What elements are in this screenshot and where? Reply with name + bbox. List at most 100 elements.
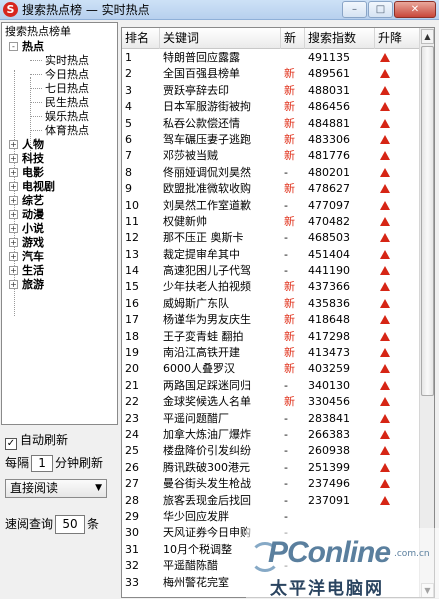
column-header-trend[interactable]: 升降 [375, 28, 421, 49]
table-row[interactable]: 17 杨谨华为男友庆生 新 418648 [122, 312, 421, 328]
expand-icon[interactable]: + [9, 210, 18, 219]
table-row[interactable]: 4 日本军服游街被拘 新 486456 [122, 99, 421, 115]
table-row[interactable]: 18 王子変青蛙 翻拍 新 417298 [122, 329, 421, 345]
search-index-cell: 260938 [308, 444, 350, 458]
column-header-rank[interactable]: 排名 [122, 28, 160, 49]
tree-category-tech[interactable]: + 科技 [9, 152, 44, 165]
keyword-cell: 楼盘降价引发纠纷 [163, 444, 251, 458]
tree-item-sports-hot[interactable]: 体育热点 [45, 124, 89, 137]
interval-prefix: 每隔 [5, 456, 30, 470]
table-row[interactable]: 13 裁定提审牟其中 - 451404 [122, 247, 421, 263]
column-header-new[interactable]: 新 [281, 28, 305, 49]
tree-connector [30, 60, 42, 61]
keyword-cell: 佟丽娅调侃刘昊然 [163, 165, 251, 179]
table-row[interactable]: 20 6000人叠罗汉 新 403259 [122, 361, 421, 377]
tree-item-realtime-hot[interactable]: 实时热点 [45, 54, 89, 67]
table-row[interactable]: 2 全国百强县榜单 新 489561 [122, 66, 421, 82]
trend-cell [380, 263, 420, 279]
scroll-up-icon[interactable]: ▲ [421, 29, 434, 44]
expand-icon[interactable]: + [9, 266, 18, 275]
table-row[interactable]: 28 旅客丢现金后找回 - 237091 [122, 493, 421, 509]
expand-icon[interactable]: + [9, 280, 18, 289]
tree-category-life[interactable]: + 生活 [9, 264, 44, 277]
keyword-cell: 那不压正 奥斯卡 [163, 231, 244, 245]
tree-item-today-hot[interactable]: 今日热点 [45, 68, 89, 81]
table-row[interactable]: 8 佟丽娅调侃刘昊然 - 480201 [122, 165, 421, 181]
table-row[interactable]: 9 欧盟批准微软收购 新 478627 [122, 181, 421, 197]
expand-icon[interactable]: + [9, 168, 18, 177]
table-row[interactable]: 3 贾跃亭辞去印 新 488031 [122, 83, 421, 99]
rank-cell: 25 [125, 444, 139, 458]
table-row[interactable]: 21 两路国足踩迷同归 - 340130 [122, 378, 421, 394]
table-row[interactable]: 24 加拿大炼油厂爆炸 - 266383 [122, 427, 421, 443]
tree-category-variety[interactable]: + 综艺 [9, 194, 44, 207]
table-row[interactable]: 11 权健新帅 新 470482 [122, 214, 421, 230]
table-row[interactable]: 14 高速犯困儿子代驾 - 441190 [122, 263, 421, 279]
tree-category-people[interactable]: + 人物 [9, 138, 44, 151]
expand-icon[interactable]: + [9, 140, 18, 149]
expand-icon[interactable]: + [9, 252, 18, 261]
tree-item-livelihood-hot[interactable]: 民生热点 [45, 96, 89, 109]
new-badge: - [284, 493, 288, 507]
new-badge: 新 [284, 67, 295, 81]
expand-icon[interactable]: + [9, 224, 18, 233]
search-index-cell: 477097 [308, 198, 350, 212]
tree-item-seven-day-hot[interactable]: 七日热点 [45, 82, 89, 95]
keyword-cell: 邓莎被当贼 [163, 149, 218, 163]
tree-category-game[interactable]: + 游戏 [9, 236, 44, 249]
auto-refresh-toggle[interactable]: ✓ 自动刷新 [5, 433, 68, 450]
quick-query-input[interactable]: 50 [55, 515, 86, 534]
watermark-chinese: 太平洋电脑网 [270, 579, 384, 599]
expand-icon[interactable]: + [9, 182, 18, 191]
tree-category-tv-drama[interactable]: + 电视剧 [9, 180, 55, 193]
trend-cell [380, 312, 420, 328]
expand-icon[interactable]: + [9, 154, 18, 163]
auto-refresh-checkbox[interactable]: ✓ [5, 438, 17, 450]
keyword-cell: 旅客丢现金后找回 [163, 493, 251, 507]
trend-cell [380, 132, 420, 148]
expand-icon[interactable]: + [9, 238, 18, 247]
interval-input[interactable]: 1 [31, 455, 54, 472]
keyword-cell: 裁定提审牟其中 [163, 247, 240, 261]
table-row[interactable]: 15 少年扶老人拍视频 新 437366 [122, 279, 421, 295]
table-row[interactable]: 6 驾车碾压妻子逃跑 新 483306 [122, 132, 421, 148]
minimize-button[interactable]: – [342, 1, 367, 18]
dropdown-arrow-icon[interactable]: ▼ [95, 480, 102, 497]
close-button[interactable]: ✕ [394, 1, 436, 18]
search-index-cell: 251399 [308, 460, 350, 474]
table-row[interactable]: 29 华少回应发胖 - [122, 509, 421, 525]
expand-icon[interactable]: + [9, 196, 18, 205]
table-row[interactable]: 19 南沿江高铁开建 新 413473 [122, 345, 421, 361]
new-badge: - [284, 264, 288, 278]
vertical-scrollbar[interactable]: ▲ ▼ [419, 28, 434, 597]
tree-category-anime[interactable]: + 动漫 [9, 208, 44, 221]
table-row[interactable]: 16 威姆斯广东队 新 435836 [122, 296, 421, 312]
maximize-button[interactable]: □ [368, 1, 393, 18]
tree-category-novel[interactable]: + 小说 [9, 222, 44, 235]
table-row[interactable]: 26 腾讯跌破300港元 - 251399 [122, 460, 421, 476]
tree-category-hot[interactable]: - 热点 [9, 40, 44, 53]
table-row[interactable]: 5 私吞公款偿还情 新 484881 [122, 116, 421, 132]
tree-category-car[interactable]: + 汽车 [9, 250, 44, 263]
tree-item-entertainment-hot[interactable]: 娱乐热点 [45, 110, 89, 123]
table-row[interactable]: 12 那不压正 奥斯卡 - 468503 [122, 230, 421, 246]
table-row[interactable]: 23 平遥问题醋厂 - 283841 [122, 411, 421, 427]
table-row[interactable]: 25 楼盘降价引发纠纷 - 260938 [122, 443, 421, 459]
scroll-thumb[interactable] [421, 46, 434, 396]
read-mode-select[interactable]: 直接阅读 ▼ [5, 479, 107, 498]
table-row[interactable]: 27 曼谷街头发生枪战 - 237496 [122, 476, 421, 492]
trend-up-arrow-icon [380, 216, 390, 226]
collapse-icon[interactable]: - [9, 42, 18, 51]
tree-category-movie[interactable]: + 电影 [9, 166, 44, 179]
tree-category-travel[interactable]: + 旅游 [9, 278, 44, 291]
table-row[interactable]: 10 刘昊然工作室道歉 - 477097 [122, 198, 421, 214]
column-header-search-index[interactable]: 搜索指数 [305, 28, 375, 49]
table-row[interactable]: 7 邓莎被当贼 新 481776 [122, 148, 421, 164]
column-header-keyword[interactable]: 关键词 [160, 28, 281, 49]
quick-query-label: 速阅查询 [5, 517, 54, 531]
table-row[interactable]: 22 金球奖候选人名单 新 330456 [122, 394, 421, 410]
search-index-cell: 340130 [308, 378, 350, 392]
rank-cell: 12 [125, 231, 139, 245]
trend-cell [380, 50, 420, 66]
table-row[interactable]: 1 特朗普回应露露 491135 [122, 50, 421, 66]
